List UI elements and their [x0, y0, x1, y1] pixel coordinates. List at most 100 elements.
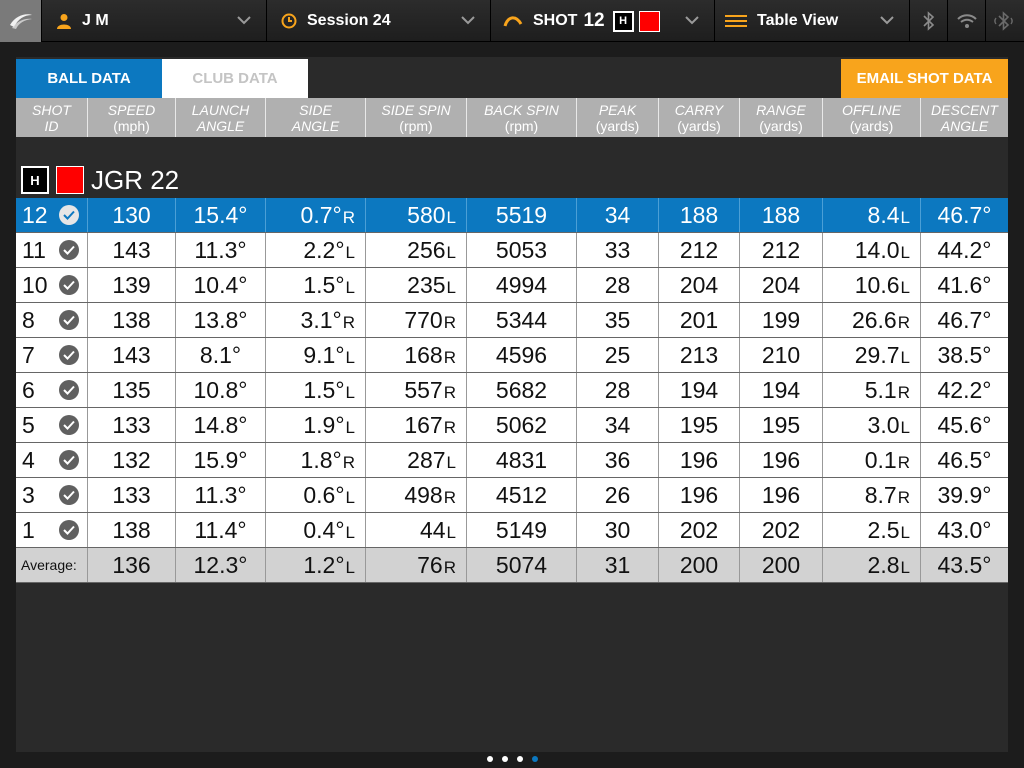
column-header[interactable]: SIDE SPIN (rpm)	[366, 98, 467, 137]
column-header[interactable]: PEAK (yards)	[577, 98, 659, 137]
direction-suffix: L	[900, 523, 910, 542]
shot-row[interactable]: 5 133 14.8° 1.9° L 167 R 5062 34 195 195 3.0 L 45.6°	[16, 408, 1008, 443]
direction-suffix: R	[897, 313, 910, 332]
column-header[interactable]: CARRY (yards)	[659, 98, 740, 137]
tab-club-data[interactable]: CLUB DATA	[162, 59, 308, 98]
launch-angle-cell: 11.3°	[176, 478, 266, 512]
column-header[interactable]: BACK SPIN (rpm)	[467, 98, 577, 137]
direction-suffix: L	[900, 418, 910, 437]
shot-included-toggle[interactable]	[59, 345, 79, 365]
direction-suffix: R	[443, 348, 456, 367]
shot-row[interactable]: 10 139 10.4° 1.5° L 235 L 4994 28 204 204 10.6 L 41.6…	[16, 268, 1008, 303]
peak-cell: 34	[577, 198, 659, 232]
speed-cell: 136	[88, 548, 176, 582]
shot-id-cell: 10	[16, 268, 88, 302]
data-tabs: BALL DATA CLUB DATA	[16, 59, 308, 98]
shot-row[interactable]: 8 138 13.8° 3.1° R 770 R 5344 35 201 199 26.6 R 46.7°	[16, 303, 1008, 338]
range-cell: 195	[740, 408, 823, 442]
tab-ball-data[interactable]: BALL DATA	[16, 59, 162, 98]
launch-angle-cell: 8.1°	[176, 338, 266, 372]
launch-angle-cell: 11.3°	[176, 233, 266, 267]
direction-suffix: L	[446, 453, 456, 472]
direction-suffix: R	[342, 313, 355, 332]
page-dot[interactable]	[531, 756, 538, 762]
shot-row[interactable]: 1 138 11.4° 0.4° L 44 L 5149 30 202 202 2.5 L 43.0°	[16, 513, 1008, 548]
page-dot[interactable]	[516, 756, 523, 762]
speed-cell: 133	[88, 478, 176, 512]
average-row[interactable]: Average: 136 12.3° 1.2° L 76 R 5074 31 200 200 2.8 L…	[16, 548, 1008, 583]
shot-row[interactable]: 4 132 15.9° 1.8° R 287 L 4831 36 196 196 0.1 R 46.5°	[16, 443, 1008, 478]
selected-shot-row[interactable]: 12 130 15.4° 0.7° R 580 L 5519 34 188 188 8.4 L 46.7°	[16, 198, 1008, 233]
email-shot-data-button[interactable]: EMAIL SHOT DATA	[841, 59, 1008, 98]
user-icon	[57, 14, 71, 29]
direction-suffix: R	[342, 453, 355, 472]
column-header[interactable]: DESCENT ANGLE	[921, 98, 1008, 137]
offline-cell: 8.4 L	[823, 198, 921, 232]
carry-cell: 195	[659, 408, 740, 442]
carry-cell: 212	[659, 233, 740, 267]
session-selector[interactable]: Session 24	[267, 0, 491, 42]
shot-row[interactable]: 7 143 8.1° 9.1° L 168 R 4596 25 213 210 29.7 L 38.5°	[16, 338, 1008, 373]
session-name: Session 24	[307, 12, 391, 29]
shot-included-toggle[interactable]	[59, 310, 79, 330]
launch-angle-cell: 15.4°	[176, 198, 266, 232]
page-indicator[interactable]	[0, 756, 1024, 762]
wifi-icon	[956, 14, 977, 28]
peak-cell: 25	[577, 338, 659, 372]
shot-included-toggle[interactable]	[59, 240, 79, 260]
speed-cell: 143	[88, 233, 176, 267]
shot-included-toggle[interactable]	[59, 205, 79, 225]
launch-angle-cell: 12.3°	[176, 548, 266, 582]
chevron-down-icon	[461, 16, 475, 25]
column-header[interactable]: SHOT ID	[16, 98, 88, 137]
peak-cell: 33	[577, 233, 659, 267]
hand-badge: H	[21, 166, 49, 194]
user-selector[interactable]: J M	[42, 0, 267, 42]
back-spin-cell: 5074	[467, 548, 577, 582]
shot-included-toggle[interactable]	[59, 450, 79, 470]
shot-row[interactable]: 3 133 11.3° 0.6° L 498 R 4512 26 196 196 8.7 R 39.9°	[16, 478, 1008, 513]
descent-angle-cell: 44.2°	[937, 236, 992, 263]
device-button[interactable]	[986, 0, 1022, 42]
app-logo-button[interactable]	[0, 0, 42, 42]
shot-id-cell: 12	[16, 198, 88, 232]
shot-id-cell: 1	[16, 513, 88, 547]
back-spin-cell: 5344	[467, 303, 577, 337]
shot-included-toggle[interactable]	[59, 415, 79, 435]
back-spin-cell: 5062	[467, 408, 577, 442]
direction-suffix: L	[345, 278, 355, 297]
shot-included-toggle[interactable]	[59, 275, 79, 295]
side-angle-cell: 1.5° L	[266, 373, 366, 407]
offline-cell: 3.0 L	[823, 408, 921, 442]
column-header[interactable]: SPEED (mph)	[88, 98, 176, 137]
shot-included-toggle[interactable]	[59, 380, 79, 400]
column-header[interactable]: LAUNCH ANGLE	[176, 98, 266, 137]
shot-included-toggle[interactable]	[59, 485, 79, 505]
carry-cell: 196	[659, 478, 740, 512]
wifi-button[interactable]	[948, 0, 986, 42]
shot-row[interactable]: 6 135 10.8° 1.5° L 557 R 5682 28 194 194 5.1 R 42.2°	[16, 373, 1008, 408]
shot-included-toggle[interactable]	[59, 520, 79, 540]
range-cell: 212	[740, 233, 823, 267]
back-spin-cell: 4994	[467, 268, 577, 302]
bluetooth-button[interactable]	[910, 0, 948, 42]
page-dot[interactable]	[501, 756, 508, 762]
offline-cell: 8.7 R	[823, 478, 921, 512]
shot-selector[interactable]: SHOT 12 H	[491, 0, 715, 42]
page-dot[interactable]	[486, 756, 493, 762]
direction-suffix: L	[345, 348, 355, 367]
column-header[interactable]: OFFLINE (yards)	[823, 98, 921, 137]
shot-id-cell: 4	[16, 443, 88, 477]
descent-angle-cell: 43.5°	[937, 551, 992, 578]
check-icon	[63, 210, 75, 220]
view-selector[interactable]: Table View	[715, 0, 910, 42]
column-header[interactable]: RANGE (yards)	[740, 98, 823, 137]
side-angle-cell: 1.8° R	[266, 443, 366, 477]
launch-angle-cell: 15.9°	[176, 443, 266, 477]
column-header[interactable]: SIDE ANGLE	[266, 98, 366, 137]
peak-cell: 28	[577, 268, 659, 302]
user-name: J M	[82, 12, 109, 29]
shot-row[interactable]: 11 143 11.3° 2.2° L 256 L 5053 33 212 212 14.0 L 44.2…	[16, 233, 1008, 268]
bluetooth-icon	[922, 11, 934, 31]
speed-cell: 132	[88, 443, 176, 477]
